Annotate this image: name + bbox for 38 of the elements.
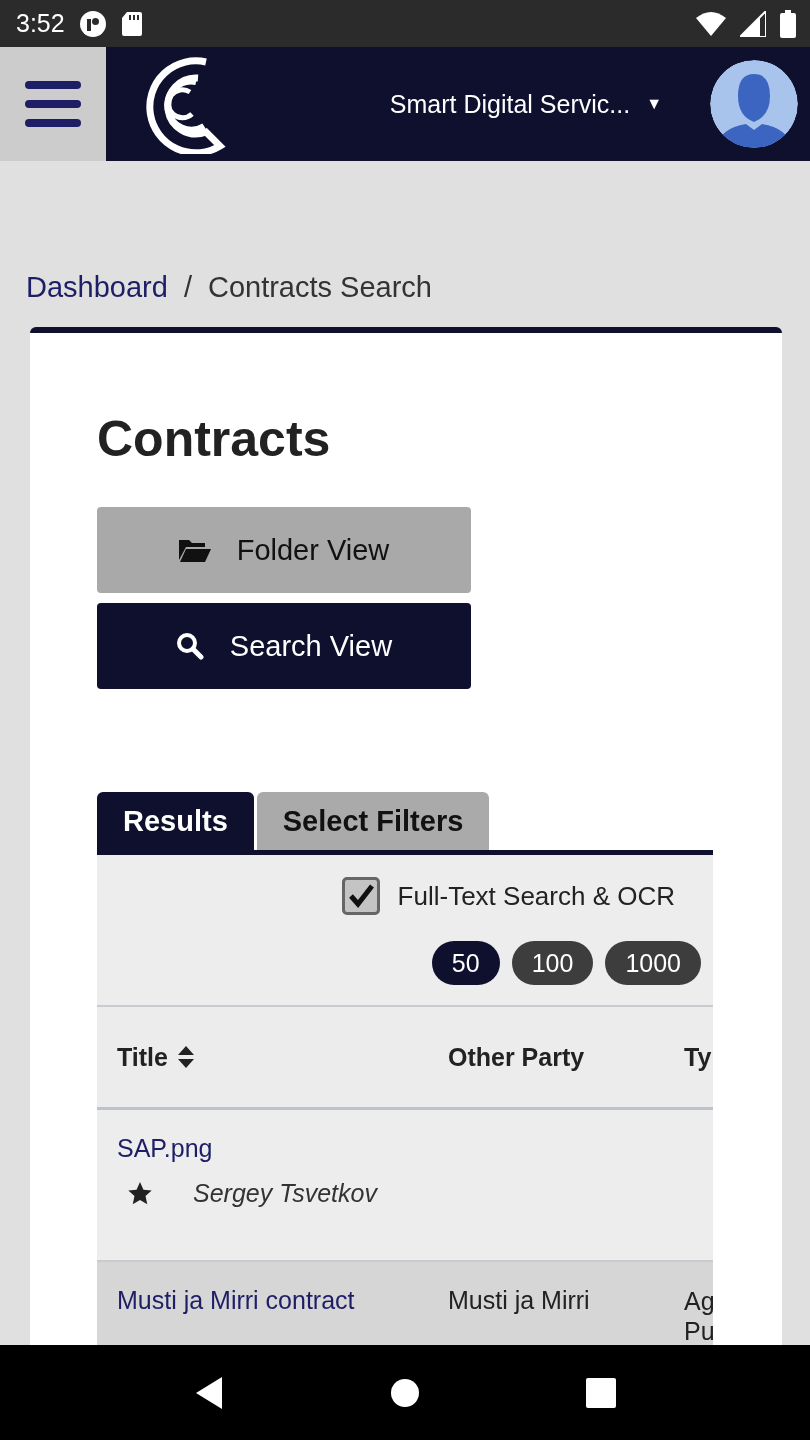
column-header[interactable]: Other Party	[448, 1042, 585, 1072]
breadcrumb-link[interactable]: Dashboard	[26, 270, 168, 304]
owner-name: Sergey Tsvetkov	[193, 1179, 377, 1208]
signal-icon	[740, 10, 766, 37]
column-header[interactable]: Ty	[684, 1042, 712, 1072]
page-size-button[interactable]: 100	[511, 941, 594, 985]
search-icon	[175, 632, 204, 660]
table-cell: Pu	[684, 1316, 713, 1345]
home-icon[interactable]	[391, 1378, 419, 1407]
battery-icon	[780, 9, 796, 38]
folder-icon	[178, 538, 211, 562]
wifi-icon	[696, 11, 726, 36]
checkbox[interactable]	[341, 877, 380, 915]
table-cell: Ag	[684, 1286, 713, 1316]
star-icon[interactable]	[127, 1180, 153, 1207]
menu-button[interactable]	[0, 47, 106, 161]
checkbox-label: Full-Text Search & OCR	[397, 880, 675, 912]
contract-link[interactable]: SAP.png	[117, 1134, 428, 1163]
breadcrumb-separator: /	[183, 270, 192, 304]
clock: 3:52	[16, 9, 65, 38]
page-title: Contracts	[97, 410, 332, 469]
workspace-dropdown[interactable]: Smart Digital Servic... ▼	[389, 89, 662, 119]
sort-icon[interactable]	[177, 1046, 194, 1068]
tab[interactable]: Select Filters	[256, 792, 490, 850]
breadcrumb-current: Contracts Search	[207, 270, 432, 304]
menu-icon	[25, 79, 81, 129]
notification-icon	[78, 9, 107, 38]
tab[interactable]: Results	[97, 792, 254, 850]
sd-card-icon	[120, 10, 143, 37]
page-size-button[interactable]: 1000	[605, 941, 701, 985]
recents-icon[interactable]	[586, 1377, 617, 1408]
column-header[interactable]: Title	[117, 1042, 168, 1072]
avatar[interactable]	[710, 60, 798, 148]
view-button[interactable]: Folder View	[97, 507, 471, 593]
contract-link[interactable]: Musti ja Mirri contract	[117, 1286, 428, 1315]
table-cell-text: Musti ja Mirri	[448, 1286, 591, 1315]
view-button[interactable]: Search View	[97, 603, 471, 689]
page-size-button[interactable]: 50	[431, 941, 500, 985]
